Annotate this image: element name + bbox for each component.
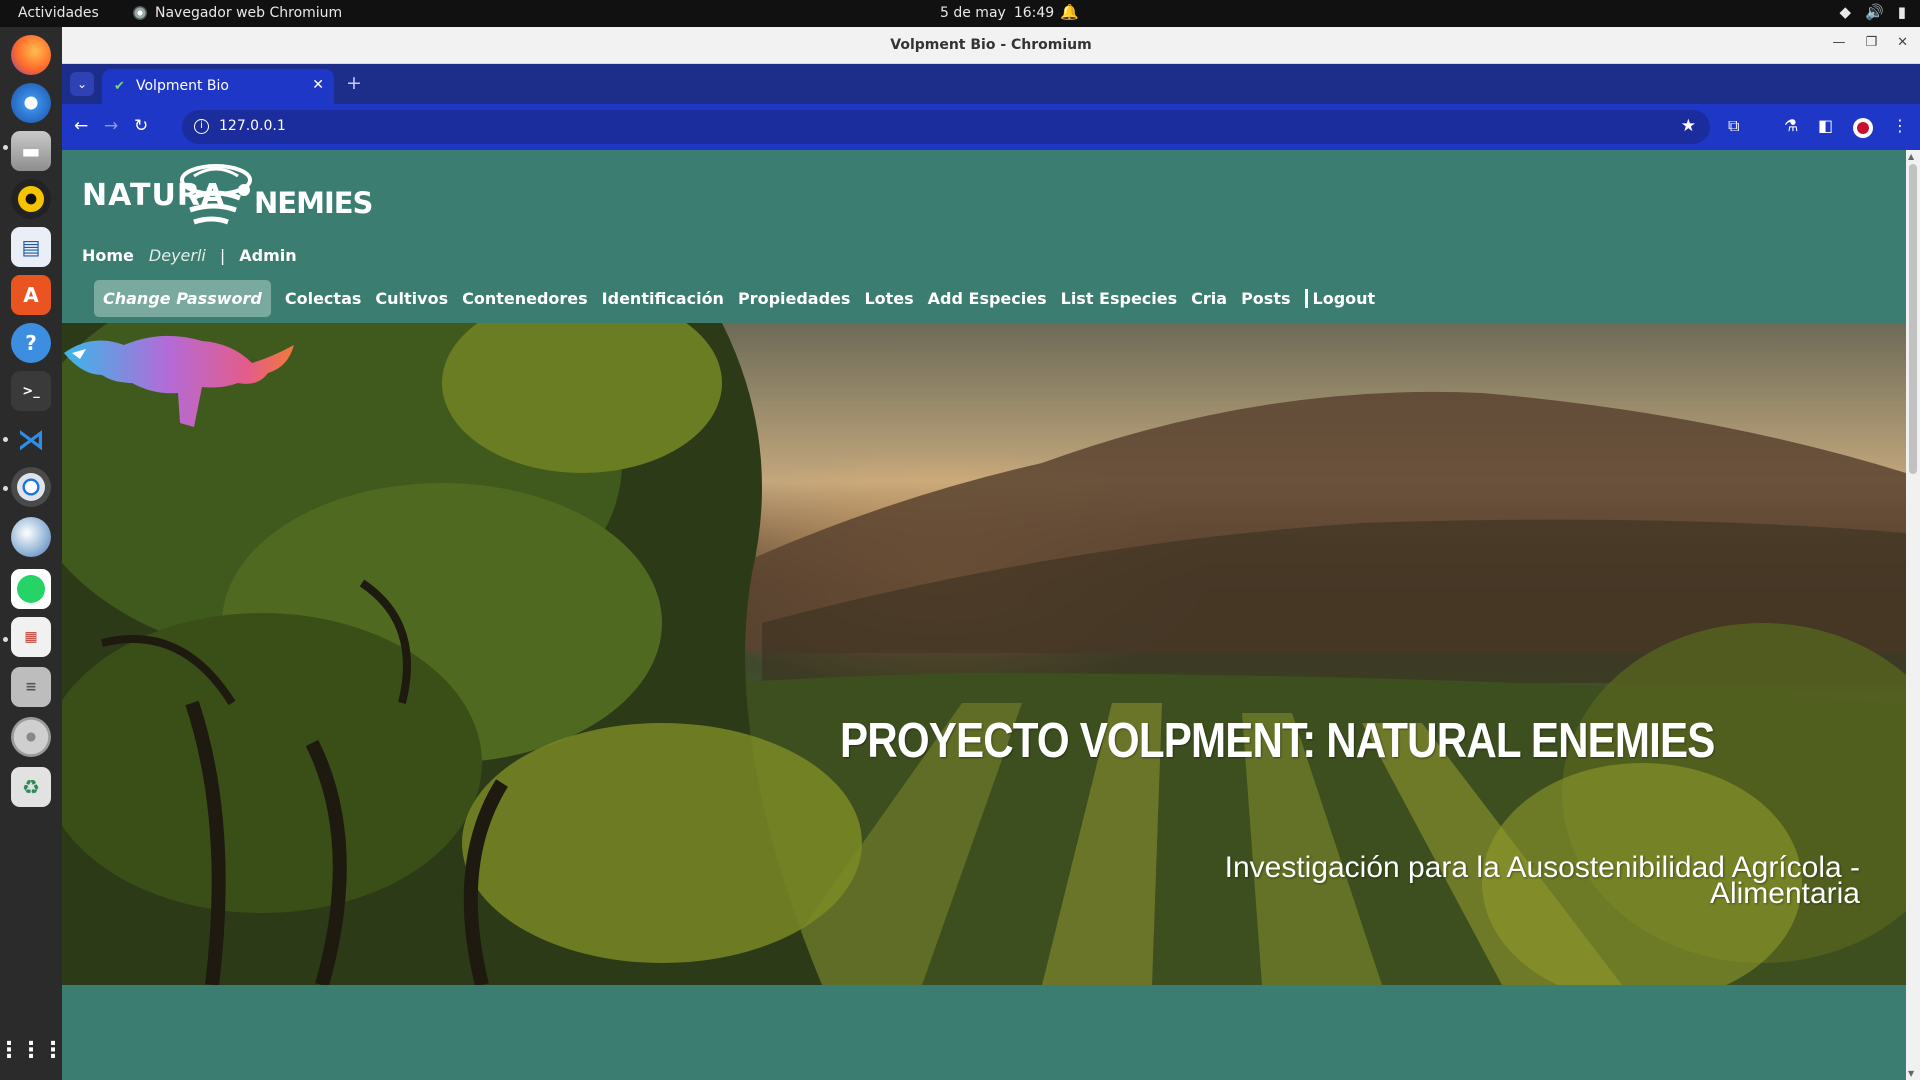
nav-username: Deyerli: [148, 246, 206, 265]
nav-item-identificacion[interactable]: Identificación: [602, 289, 724, 308]
browser-toolbar: ← → ↻ i 127.0.0.1 ★ ⧉ ⚗ ◧ ⋮: [62, 104, 1920, 150]
disk-icon[interactable]: [11, 717, 51, 757]
url-text: 127.0.0.1: [219, 118, 286, 134]
site-info-icon[interactable]: i: [194, 119, 209, 134]
scrollbar-thumb[interactable]: [1909, 164, 1917, 474]
user-nav: Home Deyerli | Admin: [82, 246, 297, 265]
app-grid-icon[interactable]: ⋮⋮⋮: [0, 1030, 64, 1070]
address-bar[interactable]: i 127.0.0.1 ★: [182, 110, 1710, 144]
running-indicator: [3, 637, 8, 642]
volume-icon: 🔊: [1865, 3, 1884, 21]
bee-logo-icon: [180, 164, 252, 225]
trash-icon[interactable]: ♻: [11, 767, 51, 807]
nav-logout-link[interactable]: Logout: [1304, 289, 1375, 308]
text-editor-icon[interactable]: ≡: [11, 667, 51, 707]
clock-time: 16:49: [1013, 5, 1055, 21]
vscode-icon[interactable]: ⋊: [11, 419, 51, 459]
browser-window: Volpment Bio - Chromium — ❐ ✕ ⌄ ✔ Volpme…: [62, 27, 1920, 1080]
thunderbird-icon[interactable]: [11, 83, 51, 123]
title-bar: Volpment Bio - Chromium — ❐ ✕: [62, 27, 1920, 64]
extensions-icon[interactable]: ⧉: [1728, 116, 1739, 136]
tab-volpment-bio[interactable]: ✔ Volpment Bio ✕: [102, 69, 334, 104]
main-nav: Change Password Colectas Cultivos Conten…: [94, 280, 1375, 317]
chromium-icon[interactable]: [11, 467, 51, 507]
active-app-label: Navegador web Chromium: [155, 5, 343, 21]
whatsapp-icon[interactable]: [11, 569, 51, 609]
nav-item-colectas[interactable]: Colectas: [285, 289, 362, 308]
reload-icon[interactable]: ↻: [134, 116, 148, 136]
chromium-small-icon: [133, 6, 147, 20]
leaf-favicon-icon: ✔: [114, 79, 125, 94]
nav-home-link[interactable]: Home: [82, 246, 134, 265]
files-icon[interactable]: ▬: [11, 131, 51, 171]
hero-subtitle: Investigación para la Ausostenibilidad A…: [1224, 851, 1860, 910]
running-indicator: [3, 486, 8, 491]
activities-button[interactable]: Actividades: [18, 5, 99, 21]
app-center-icon[interactable]: A: [11, 275, 51, 315]
new-tab-icon[interactable]: +: [346, 72, 362, 94]
eagle-icon[interactable]: [11, 517, 51, 557]
maximize-icon[interactable]: ❐: [1865, 35, 1877, 50]
window-title: Volpment Bio - Chromium: [890, 37, 1092, 53]
system-top-bar: Actividades Navegador web Chromium 5 de …: [0, 0, 1920, 27]
running-indicator: [3, 145, 8, 150]
fox-logo-icon: [64, 335, 294, 427]
tab-strip: ⌄ ✔ Volpment Bio ✕ +: [62, 64, 1920, 104]
wifi-icon: ◆: [1839, 3, 1852, 21]
clock[interactable]: 5 de may 16:49: [940, 5, 1054, 21]
nav-admin-link[interactable]: Admin: [239, 246, 296, 265]
terminal-icon[interactable]: >_: [11, 371, 51, 411]
change-password-button[interactable]: Change Password: [94, 280, 271, 317]
nav-separator: |: [219, 246, 226, 265]
hero-banner: PROYECTO VOLPMENT: NATURAL ENEMIES Inves…: [62, 323, 1906, 985]
menu-kebab-icon[interactable]: ⋮: [1892, 116, 1908, 135]
nav-item-add-especies[interactable]: Add Especies: [928, 289, 1047, 308]
tab-search-icon[interactable]: ⌄: [70, 72, 94, 96]
system-tray[interactable]: ◆ 🔊 ▮: [1840, 3, 1907, 21]
document-viewer-icon[interactable]: ▦: [11, 617, 51, 657]
logo-word-nemies: NEMIES: [254, 186, 373, 220]
hero-title: PROYECTO VOLPMENT: NATURAL ENEMIES: [840, 714, 1715, 768]
nav-item-lotes[interactable]: Lotes: [864, 289, 913, 308]
clock-date: 5 de may: [940, 5, 1006, 21]
battery-icon: ▮: [1897, 3, 1906, 21]
active-app-menu[interactable]: Navegador web Chromium: [133, 5, 342, 21]
firefox-icon[interactable]: [11, 35, 51, 75]
rhythmbox-icon[interactable]: [11, 179, 51, 219]
side-panel-icon[interactable]: ◧: [1818, 116, 1833, 135]
profile-avatar[interactable]: [1853, 118, 1873, 138]
back-icon[interactable]: ←: [74, 116, 88, 136]
nav-item-list-especies[interactable]: List Especies: [1061, 289, 1178, 308]
dock: ▬ ▤ A ? >_ ⋊ ▦ ≡ ♻ ⋮⋮⋮: [0, 27, 64, 1080]
help-icon[interactable]: ?: [11, 323, 51, 363]
nav-item-posts[interactable]: Posts: [1241, 289, 1290, 308]
close-window-icon[interactable]: ✕: [1897, 35, 1908, 50]
nav-item-propiedades[interactable]: Propiedades: [738, 289, 850, 308]
labs-icon[interactable]: ⚗: [1784, 116, 1798, 135]
running-indicator: [3, 437, 8, 442]
forward-icon[interactable]: →: [104, 116, 118, 136]
bookmark-star-icon[interactable]: ★: [1681, 116, 1696, 136]
tab-label: Volpment Bio: [136, 78, 229, 94]
tab-close-icon[interactable]: ✕: [312, 77, 324, 93]
nav-item-cria[interactable]: Cria: [1191, 289, 1227, 308]
window-controls: — ❐ ✕: [1832, 35, 1908, 50]
nav-item-cultivos[interactable]: Cultivos: [375, 289, 448, 308]
scroll-down-icon[interactable]: ▼: [1908, 1069, 1914, 1078]
minimize-icon[interactable]: —: [1832, 35, 1845, 50]
page-scrollbar[interactable]: ▲ ▼: [1906, 150, 1920, 1080]
site-logo[interactable]: NATURA NEMIES: [82, 156, 373, 236]
scroll-up-icon[interactable]: ▲: [1908, 152, 1914, 161]
writer-icon[interactable]: ▤: [11, 227, 51, 267]
page-viewport: NATURA NEMIES Home Deyerli | Admin Chang…: [62, 150, 1906, 1080]
nav-item-contenedores[interactable]: Contenedores: [462, 289, 588, 308]
notification-bell-icon[interactable]: 🔔: [1060, 3, 1079, 21]
